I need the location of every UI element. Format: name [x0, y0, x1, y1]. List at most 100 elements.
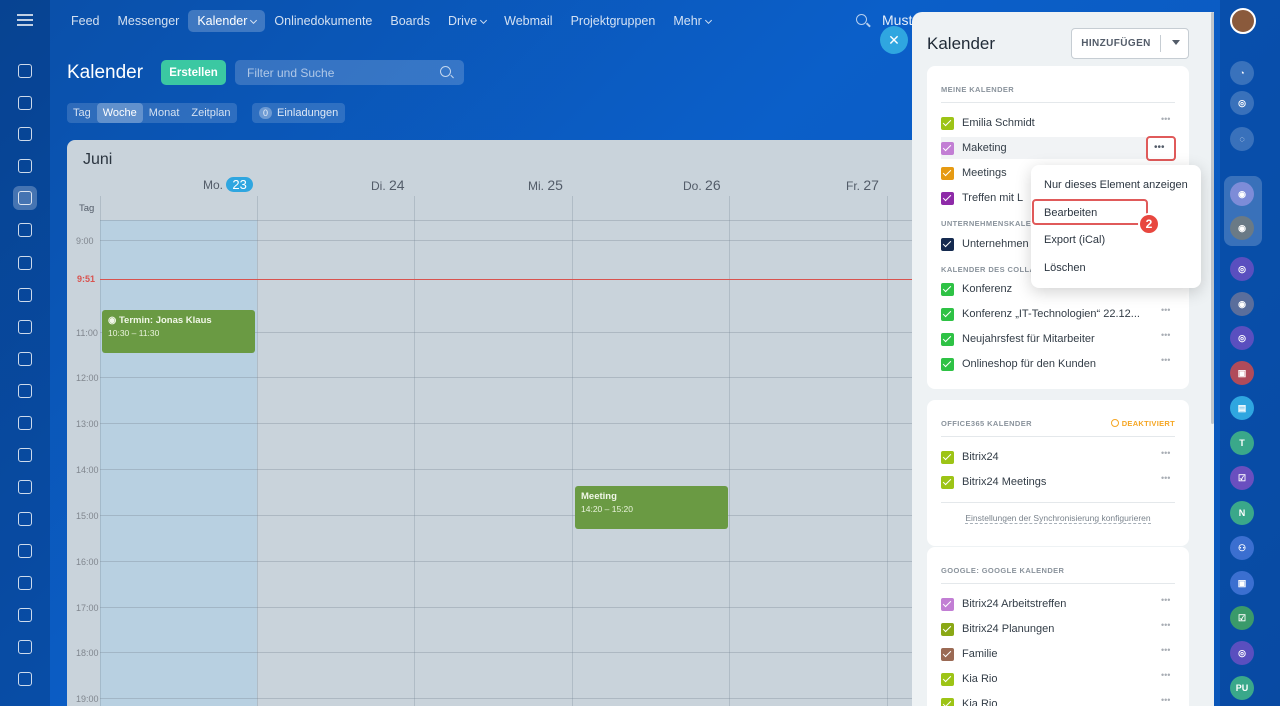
- chart-icon[interactable]: [13, 379, 37, 403]
- nav-more[interactable]: Mehr: [664, 10, 719, 32]
- group-icon[interactable]: ⚇: [1230, 536, 1254, 560]
- add-button[interactable]: HINZUFÜGEN: [1071, 28, 1189, 59]
- calendar-item[interactable]: Familie: [941, 643, 1175, 665]
- tab-month[interactable]: Monat: [143, 103, 186, 123]
- checkbox[interactable]: [941, 116, 954, 130]
- settings-icon[interactable]: [13, 667, 37, 691]
- nav-messenger[interactable]: Messenger: [109, 10, 189, 32]
- chat-avatar[interactable]: ◉: [1230, 216, 1254, 240]
- more-icon[interactable]: [1161, 473, 1175, 484]
- more-icon[interactable]: [1161, 448, 1175, 459]
- menu-item-show-only[interactable]: Nur dieses Element anzeigen: [1044, 179, 1188, 191]
- event-block[interactable]: ◉ Termin: Jonas Klaus 10:30 – 11:30: [102, 310, 255, 353]
- checkbox[interactable]: [941, 697, 954, 706]
- checklist-icon[interactable]: ☑: [1230, 606, 1254, 630]
- checklist-icon[interactable]: ☑: [1230, 466, 1254, 490]
- nav-drive[interactable]: Drive: [439, 10, 495, 32]
- nav-calendar[interactable]: Kalender: [188, 10, 266, 32]
- more-options-button[interactable]: [1146, 136, 1176, 161]
- menu-item-delete[interactable]: Löschen: [1044, 262, 1086, 274]
- menu-icon[interactable]: [17, 14, 33, 26]
- lock-icon[interactable]: ▣: [1230, 361, 1254, 385]
- document-icon[interactable]: [13, 122, 37, 146]
- checkbox[interactable]: [941, 141, 954, 155]
- calendar-item[interactable]: Maketing: [941, 137, 1175, 159]
- calendar-item[interactable]: Bitrix24 Arbeitstreffen: [941, 593, 1175, 615]
- robot-icon[interactable]: [13, 539, 37, 563]
- calendar-item[interactable]: Emilia Schmidt: [941, 112, 1175, 134]
- sync-settings-link[interactable]: Einstellungen der Synchronisierung konfi…: [927, 513, 1189, 524]
- more-icon[interactable]: [1161, 330, 1175, 341]
- more-icon[interactable]: [1161, 305, 1175, 316]
- chat-avatar[interactable]: ◉: [1230, 292, 1254, 316]
- chat-icon[interactable]: [13, 154, 37, 178]
- checkbox[interactable]: [941, 450, 954, 464]
- bell-icon[interactable]: ◔: [1230, 61, 1254, 85]
- headset-icon[interactable]: [13, 635, 37, 659]
- checkbox[interactable]: [941, 357, 954, 371]
- day-header-tue[interactable]: Di. 24: [371, 177, 405, 193]
- create-button[interactable]: Erstellen: [161, 60, 226, 85]
- tab-week[interactable]: Woche: [96, 103, 143, 123]
- event-block[interactable]: Meeting 14:20 – 15:20: [575, 486, 728, 529]
- more-icon[interactable]: [1161, 595, 1175, 606]
- filter-search-input[interactable]: Filter und Suche: [235, 60, 464, 85]
- day-header-mon[interactable]: Mo. 23: [203, 177, 253, 192]
- more-icon[interactable]: [1161, 645, 1175, 656]
- calendar-item[interactable]: Kia Rio: [941, 668, 1175, 690]
- cart-icon[interactable]: [13, 411, 37, 435]
- calendar-item[interactable]: Konferenz „IT-Technologien“ 22.12...: [941, 303, 1175, 325]
- sign-icon[interactable]: [13, 603, 37, 627]
- checkbox[interactable]: [941, 282, 954, 296]
- calendar-item[interactable]: Bitrix24: [941, 446, 1175, 468]
- lock-icon[interactable]: ▣: [1230, 571, 1254, 595]
- checkbox[interactable]: [941, 647, 954, 661]
- day-header-wed[interactable]: Mi. 25: [528, 177, 563, 193]
- calendar-item[interactable]: Kia Rio: [941, 693, 1175, 706]
- search-icon[interactable]: [856, 14, 867, 25]
- chat-avatar-t[interactable]: T: [1230, 431, 1254, 455]
- chat-avatar-n[interactable]: N: [1230, 501, 1254, 525]
- nav-projectgroups[interactable]: Projektgruppen: [562, 10, 665, 32]
- menu-item-export[interactable]: Export (iCal): [1044, 234, 1105, 246]
- checkbox-icon[interactable]: [13, 283, 37, 307]
- user-avatar[interactable]: [1230, 8, 1256, 34]
- more-icon[interactable]: [1161, 695, 1175, 706]
- chevron-down-icon[interactable]: [1160, 35, 1188, 52]
- calendar-item[interactable]: Neujahrsfest für Mitarbeiter: [941, 328, 1175, 350]
- schedule-icon[interactable]: [13, 507, 37, 531]
- checkbox[interactable]: [941, 332, 954, 346]
- more-icon[interactable]: [1161, 670, 1175, 681]
- chat-avatar[interactable]: ◉: [1230, 182, 1254, 206]
- target-icon[interactable]: [13, 571, 37, 595]
- nav-onlinedocs[interactable]: Onlinedokumente: [265, 10, 381, 32]
- search-chat-icon[interactable]: ◌: [1230, 127, 1254, 151]
- nav-webmail[interactable]: Webmail: [495, 10, 561, 32]
- card-icon[interactable]: [13, 315, 37, 339]
- checkbox[interactable]: [941, 307, 954, 321]
- chat-avatar-pu[interactable]: PU: [1230, 676, 1254, 700]
- deactivated-status[interactable]: DEAKTIVIERT: [1110, 418, 1175, 428]
- nav-feed[interactable]: Feed: [62, 10, 109, 32]
- panel-scrollbar[interactable]: [1211, 12, 1214, 424]
- invitations-button[interactable]: 0 Einladungen: [252, 103, 346, 123]
- home-icon[interactable]: [13, 59, 37, 83]
- id-card-icon[interactable]: [13, 475, 37, 499]
- copilot-chat-icon[interactable]: ◎: [1230, 641, 1254, 665]
- more-icon[interactable]: [1161, 620, 1175, 631]
- checkbox[interactable]: [941, 237, 954, 251]
- copilot-chat-icon[interactable]: ◎: [1230, 257, 1254, 281]
- chat-icon[interactable]: ▤: [1230, 396, 1254, 420]
- tab-day[interactable]: Tag: [67, 103, 97, 123]
- checkbox[interactable]: [941, 672, 954, 686]
- calendar-item[interactable]: Bitrix24 Planungen: [941, 618, 1175, 640]
- checkbox[interactable]: [941, 475, 954, 489]
- checkbox[interactable]: [941, 622, 954, 636]
- nav-boards[interactable]: Boards: [381, 10, 439, 32]
- more-icon[interactable]: [1161, 355, 1175, 366]
- copilot-chat-icon[interactable]: ◎: [1230, 326, 1254, 350]
- day-header-thu[interactable]: Do. 26: [683, 177, 721, 193]
- calendar-icon[interactable]: [13, 186, 37, 210]
- puzzle-icon[interactable]: [13, 91, 37, 115]
- tab-schedule[interactable]: Zeitplan: [185, 103, 236, 123]
